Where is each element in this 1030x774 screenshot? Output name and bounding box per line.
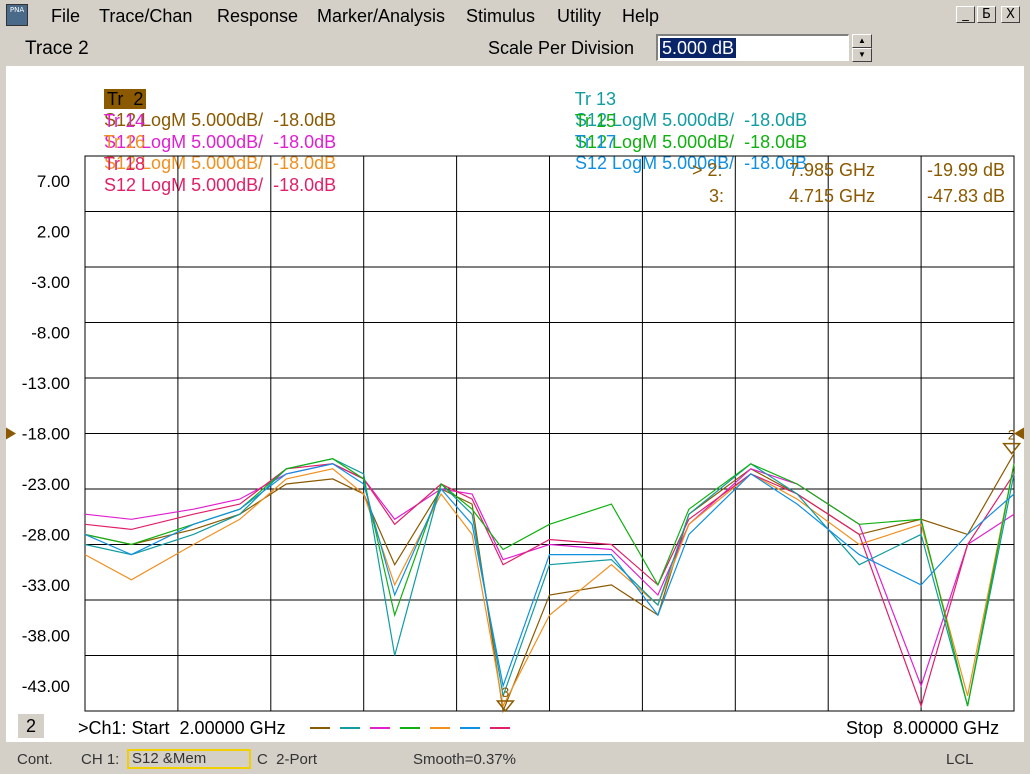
marker-3-value: -47.83 dB bbox=[927, 186, 1006, 206]
scale-per-division-input[interactable]: 5.000 dB bbox=[656, 34, 849, 61]
y-tick-label: -33.00 bbox=[22, 576, 70, 595]
y-tick-label: -13.00 bbox=[22, 374, 70, 393]
measurement-display[interactable]: Tr 2 S12 LogM 5.000dB/ -18.0dB Tr 14 S12… bbox=[6, 66, 1024, 742]
menu-help[interactable]: Help bbox=[622, 6, 659, 27]
status-measurement[interactable]: S12 &Mem bbox=[127, 749, 251, 769]
app-icon[interactable]: PNA bbox=[6, 4, 28, 26]
scale-spin-up[interactable]: ▲ bbox=[852, 34, 872, 48]
y-tick-label: -23.00 bbox=[22, 475, 70, 494]
minimize-button[interactable]: _ bbox=[956, 6, 975, 23]
active-trace-title: Trace 2 bbox=[25, 38, 89, 59]
status-smoothing[interactable]: Smooth=0.37% bbox=[413, 751, 516, 768]
menu-trace-chan[interactable]: Trace/Chan bbox=[99, 6, 192, 27]
y-tick-label: -28.00 bbox=[22, 525, 70, 544]
y-tick-label: -18.00 bbox=[22, 425, 70, 444]
marker-3-tag: 3 bbox=[501, 684, 509, 700]
trace-color-legend bbox=[310, 727, 510, 729]
scale-value[interactable]: 5.000 dB bbox=[660, 38, 737, 58]
scale-per-division-label: Scale Per Division bbox=[488, 38, 635, 58]
reference-level-arrow-left bbox=[6, 427, 16, 440]
y-tick-label: -38.00 bbox=[22, 626, 70, 645]
status-calibration[interactable]: C 2-Port bbox=[257, 751, 317, 768]
marker-2-frequency: 7.985 GHz bbox=[789, 160, 876, 180]
marker-2-label: > 2: bbox=[692, 160, 723, 180]
close-button[interactable]: X bbox=[1001, 6, 1020, 23]
menu-response[interactable]: Response bbox=[217, 6, 298, 27]
scale-spin-down[interactable]: ▼ bbox=[852, 48, 872, 62]
start-frequency[interactable]: >Ch1: Start 2.00000 GHz bbox=[78, 718, 286, 739]
status-bar: Cont. CH 1: S12 &Mem C 2-Port Smooth=0.3… bbox=[0, 744, 1030, 774]
menu-bar: PNA File Trace/Chan Response Marker/Anal… bbox=[0, 0, 1030, 32]
menu-marker-analysis[interactable]: Marker/Analysis bbox=[317, 6, 445, 27]
stop-frequency[interactable]: Stop 8.00000 GHz bbox=[846, 718, 999, 739]
marker-2-triangle bbox=[1002, 442, 1022, 455]
plot-grid bbox=[84, 155, 1015, 712]
marker-3-frequency: 4.715 GHz bbox=[789, 186, 876, 206]
restore-button[interactable]: Б bbox=[977, 6, 996, 23]
status-sweep-mode[interactable]: Cont. bbox=[17, 751, 53, 768]
y-tick-label: -43.00 bbox=[22, 677, 70, 696]
status-reference[interactable]: LCL bbox=[946, 751, 974, 768]
marker-2-tag: 2 bbox=[1008, 427, 1016, 443]
menu-utility[interactable]: Utility bbox=[557, 6, 601, 27]
y-tick-label: -8.00 bbox=[31, 324, 70, 343]
toolbar: Trace 2 Scale Per Division 5.000 dB ▲ ▼ bbox=[0, 32, 1030, 66]
y-tick-label: 2.00 bbox=[37, 223, 70, 242]
channel-number-badge[interactable]: 2 bbox=[18, 714, 44, 738]
status-channel[interactable]: CH 1: bbox=[81, 751, 119, 768]
menu-stimulus[interactable]: Stimulus bbox=[466, 6, 535, 27]
marker-3-label: 3: bbox=[709, 186, 725, 206]
marker-2-value: -19.99 dB bbox=[927, 160, 1006, 180]
y-tick-label: -3.00 bbox=[31, 273, 70, 292]
menu-file[interactable]: File bbox=[51, 6, 80, 27]
y-tick-label: 7.00 bbox=[37, 172, 70, 191]
